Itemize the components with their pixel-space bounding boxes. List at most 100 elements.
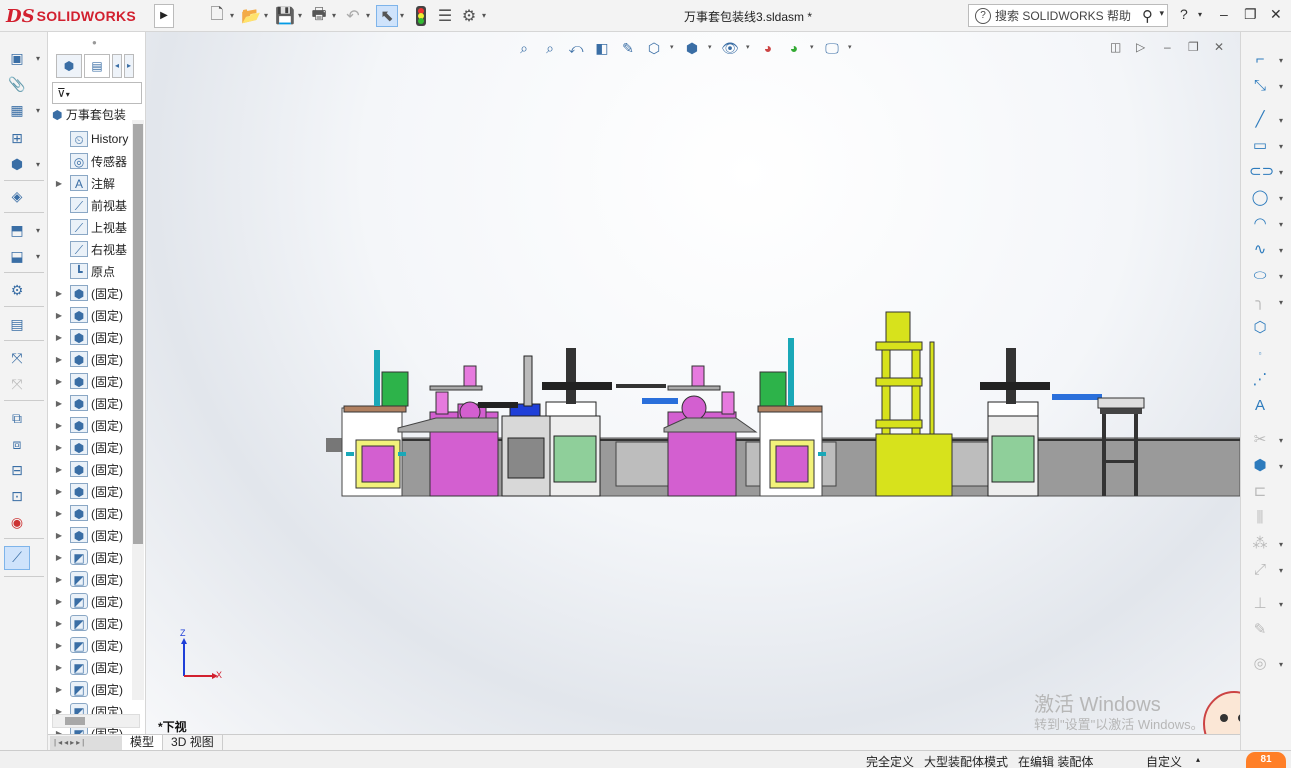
chevron-down-icon[interactable]: ▾ — [1279, 566, 1283, 575]
slot-icon[interactable]: ⊂⊃ — [1249, 162, 1274, 182]
notification-badge[interactable]: 81 — [1246, 752, 1286, 768]
tab-model[interactable]: 模型 — [122, 734, 164, 751]
tree-item[interactable]: ⟋ 上视基 — [52, 216, 127, 238]
tree-item[interactable]: ▶ ⬢ (固定) — [52, 458, 123, 480]
tree-item[interactable]: ▶ ⬢ (固定) — [52, 326, 123, 348]
ellipse-icon[interactable]: ⬭ — [1249, 266, 1271, 286]
expand-arrow-icon[interactable]: ▶ — [52, 355, 66, 364]
chevron-up-icon[interactable]: ▴ — [1196, 755, 1200, 764]
fillet-icon[interactable]: ╮ — [1249, 292, 1271, 312]
chevron-down-icon[interactable]: ▾ — [36, 226, 40, 235]
chevron-down-icon[interactable]: ▾ — [1279, 540, 1283, 549]
reference-geometry-icon[interactable]: ⬓ — [6, 246, 28, 266]
select-pointer-icon[interactable]: ⬉ — [376, 5, 398, 27]
sketch-icon[interactable]: ⌐ — [1249, 50, 1271, 70]
tree-item[interactable]: ▶ ⬢ (固定) — [52, 304, 123, 326]
panel-grip-icon[interactable]: ● — [92, 38, 97, 47]
expand-arrow-icon[interactable]: ▶ — [52, 685, 66, 694]
tree-item[interactable]: ▶ ⬢ (固定) — [52, 414, 123, 436]
assembly-features-icon[interactable]: ⬒ — [6, 220, 28, 240]
help-search-box[interactable]: ? 搜索 SOLIDWORKS 帮助 ⚲ ▾ — [968, 4, 1168, 27]
chevron-down-icon[interactable]: ▾ — [1279, 56, 1283, 65]
chevron-down-icon[interactable]: ▾ — [1279, 220, 1283, 229]
hole-alignment-icon[interactable]: ⊟ — [6, 460, 28, 480]
arc-icon[interactable]: ◠ — [1249, 214, 1271, 234]
tree-item[interactable]: ▶ A 注解 — [52, 172, 115, 194]
tree-item[interactable]: ▶ ⬢ (固定) — [52, 480, 123, 502]
chevron-down-icon[interactable]: ▾ — [1279, 436, 1283, 445]
chevron-down-icon[interactable]: ▾ — [1279, 142, 1283, 151]
exploded-view-icon[interactable]: ⤧ — [6, 348, 28, 368]
insert-component-icon[interactable]: ▣ — [6, 48, 28, 68]
bill-of-materials-icon[interactable]: ▤ — [6, 314, 28, 334]
tree-item[interactable]: ⟋ 右视基 — [52, 238, 127, 260]
expand-arrow-icon[interactable]: ▶ — [52, 421, 66, 430]
tree-item[interactable]: ▶ ⬢ (固定) — [52, 392, 123, 414]
chevron-down-icon[interactable]: ▾ — [1279, 246, 1283, 255]
options-gear-icon[interactable]: ⚙ — [458, 5, 480, 27]
tree-item[interactable]: ▶ ⬢ (固定) — [52, 370, 123, 392]
tree-item[interactable]: ▶ ◩(固定) — [52, 678, 123, 700]
chevron-down-icon[interactable]: ▾ — [36, 160, 40, 169]
expand-arrow-icon[interactable]: ▶ — [52, 289, 66, 298]
chevron-down-icon[interactable]: ▾ — [366, 5, 374, 27]
units-selector[interactable]: 自定义 — [1146, 753, 1182, 768]
tree-item[interactable]: ◎ 传感器 — [52, 150, 127, 172]
expand-menu-button[interactable]: ▶ — [154, 4, 174, 28]
tree-item[interactable]: ⏲ History — [52, 128, 128, 150]
expand-arrow-icon[interactable]: ▶ — [52, 179, 66, 188]
tree-filter-field[interactable]: ⊽▾ — [52, 82, 142, 104]
chevron-down-icon[interactable]: ▾ — [36, 106, 40, 115]
close-icon[interactable]: ✕ — [1270, 6, 1282, 23]
expand-arrow-icon[interactable]: ▶ — [52, 333, 66, 342]
scrollbar-thumb[interactable] — [133, 124, 143, 544]
smart-dimension-icon[interactable]: ⤡ — [1249, 76, 1271, 96]
expand-arrow-icon[interactable]: ▶ — [52, 399, 66, 408]
expand-arrow-icon[interactable]: ▶ — [52, 377, 66, 386]
text-icon[interactable]: A — [1249, 396, 1271, 416]
tree-item[interactable]: ▶ ⬢ (固定) — [52, 436, 123, 458]
file-properties-icon[interactable]: ☰ — [434, 5, 456, 27]
assembly-model-view[interactable] — [146, 32, 1240, 734]
assembly-visualization-icon[interactable]: ◉ — [6, 512, 28, 532]
graphics-area[interactable]: ⌕ ⌕ ⤺ ◧ ✎ ⬡ ▾ ⬢ ▾ 👁 ▾ ◕ ◕ ▾ 🖵 ▾ ◫ ▷ – ❐ ✕ — [146, 32, 1240, 734]
print-icon[interactable]: 🖶 — [308, 5, 330, 27]
instant3d-icon[interactable]: ⟋ — [4, 546, 30, 570]
spline-icon[interactable]: ∿ — [1249, 240, 1271, 260]
mate-clip-icon[interactable]: 📎 — [6, 74, 28, 94]
tree-item[interactable]: ▶ ⬢ (固定) — [52, 348, 123, 370]
convert-entities-icon[interactable]: ⬢ — [1249, 456, 1271, 476]
tree-item[interactable]: ▶ ◩(固定) — [52, 590, 123, 612]
line-icon[interactable]: ╱ — [1249, 110, 1271, 130]
chevron-down-icon[interactable]: ▾ — [1279, 462, 1283, 471]
chevron-down-icon[interactable]: ▾ — [1279, 82, 1283, 91]
expand-arrow-icon[interactable]: ▶ — [52, 663, 66, 672]
expand-arrow-icon[interactable]: ▶ — [52, 311, 66, 320]
chevron-down-icon[interactable]: ▾ — [400, 5, 408, 27]
tree-root-assembly[interactable]: ⬢ 万事套包装 — [52, 106, 126, 123]
help-menu-icon[interactable]: ? — [1180, 6, 1188, 22]
new-document-icon[interactable]: 🗋 — [206, 5, 228, 27]
tab-feature-manager[interactable]: ⬢ — [56, 54, 82, 78]
tree-item[interactable]: ▶ ◩(固定) — [52, 656, 123, 678]
expand-arrow-icon[interactable]: ▶ — [52, 597, 66, 606]
centerline-icon[interactable]: ⋰ — [1249, 370, 1271, 390]
interference-detection-icon[interactable]: ⧉ — [6, 408, 28, 428]
expand-arrow-icon[interactable]: ▶ — [52, 487, 66, 496]
tab-3d-view[interactable]: 3D 视图 — [163, 734, 223, 751]
polygon-icon[interactable]: ⬡ — [1249, 318, 1271, 338]
tree-item[interactable]: ▶ ⬢ (固定) — [52, 502, 123, 524]
tab-property-manager[interactable]: ▤ — [84, 54, 110, 78]
trim-entities-icon[interactable]: ✂ — [1249, 430, 1271, 450]
chevron-down-icon[interactable]: ▾ — [1279, 298, 1283, 307]
chevron-down-icon[interactable]: ▾ — [1279, 116, 1283, 125]
chevron-down-icon[interactable]: ▾ — [1198, 10, 1202, 19]
measure-icon[interactable]: ⊡ — [6, 486, 28, 506]
chevron-down-icon[interactable]: ▾ — [482, 5, 490, 27]
tree-item[interactable]: ┗ 原点 — [52, 260, 115, 282]
open-folder-icon[interactable]: 📂 — [240, 5, 262, 27]
display-relations-icon[interactable]: ⊥ — [1249, 594, 1271, 614]
tab-navigation-arrows-icon[interactable]: |◂◂▸▸| — [50, 735, 122, 750]
minimize-icon[interactable]: – — [1220, 6, 1228, 22]
tree-item[interactable]: ▶ ⬢ (固定) — [52, 524, 123, 546]
